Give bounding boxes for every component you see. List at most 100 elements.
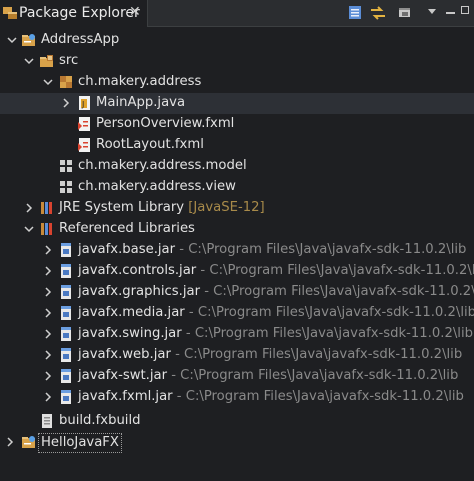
tree-item-package-address[interactable]: ch.makery.address [0,72,474,93]
tree-item-referenced-libraries[interactable]: Referenced Libraries [0,219,474,240]
chevron-right-icon[interactable] [43,350,53,360]
chevron-right-icon[interactable] [61,98,71,108]
chevron-down-icon[interactable] [24,224,34,234]
jar-icon [61,306,71,320]
tree-label: Referenced Libraries [59,221,195,236]
tree-item-jar[interactable]: javafx.web.jar - C:\Program Files\Java\j… [0,345,474,366]
focus-icon[interactable] [396,4,414,22]
jar-path: - C:\Program Files\Java\javafx-sdk-11.0.… [167,368,459,383]
tree-label: MainApp.java [96,95,186,110]
library-icon [41,223,52,235]
empty-package-icon [60,160,72,172]
jar-name: javafx.fxml.jar [78,389,173,404]
view-menu-icon[interactable] [428,9,436,14]
tree-label: ch.makery.address [78,74,202,89]
chevron-down-icon[interactable] [7,35,17,45]
jre-name: JRE System Library [59,200,185,215]
tree-item-hellojavafx[interactable]: HelloJavaFX [0,432,474,453]
tree-label: build.fxbuild [59,413,141,428]
chevron-right-icon[interactable] [43,245,53,255]
jar-path: - C:\Program Files\Java\javafx-sdk-11.0.… [196,263,474,278]
tree-item-jre-library[interactable]: JRE System Library [JavaSE-12] [0,198,474,219]
jar-name: javafx.web.jar [78,347,171,362]
tree-label: javafx.media.jar - C:\Program Files\Java… [78,304,474,322]
tree-item-jar[interactable]: javafx.controls.jar - C:\Program Files\J… [0,261,474,282]
jar-icon [61,369,71,383]
collapse-all-icon[interactable] [347,4,365,22]
tree-item-personoverview-fxml[interactable]: PersonOverview.fxml [0,114,474,135]
tree-label: PersonOverview.fxml [96,116,235,131]
fxml-file-icon [78,117,90,131]
package-tree: AddressApp src ch.makery.address J MainA… [0,27,474,481]
jar-path: - C:\Program Files\Java\javafx-sdk-11.0.… [181,326,473,341]
tree-label: JRE System Library [JavaSE-12] [59,199,265,217]
tree-item-jar[interactable]: javafx-swt.jar - C:\Program Files\Java\j… [0,366,474,387]
tree-item-build-fxbuild[interactable]: build.fxbuild [0,411,474,432]
chevron-right-icon[interactable] [43,329,53,339]
jar-icon [61,327,71,341]
maximize-icon[interactable] [461,6,469,14]
jar-icon [61,285,71,299]
jar-icon [61,264,71,278]
tree-item-jar[interactable]: javafx.swing.jar - C:\Program Files\Java… [0,324,474,345]
tree-label: javafx.graphics.jar - C:\Program Files\J… [78,283,474,301]
tree-label: RootLayout.fxml [96,137,204,152]
tree-label: javafx.fxml.jar - C:\Program Files\Java\… [78,388,464,406]
chevron-right-icon[interactable] [24,203,34,213]
chevron-right-icon[interactable] [5,437,15,447]
chevron-down-icon[interactable] [24,56,34,66]
tree-label: ch.makery.address.view [78,179,236,194]
java-file-icon: J [79,96,90,110]
jre-version-decoration: [JavaSE-12] [188,200,265,215]
minimize-icon[interactable] [446,12,455,14]
jar-name: javafx-swt.jar [78,368,168,383]
tree-item-jar[interactable]: javafx.base.jar - C:\Program Files\Java\… [0,240,474,261]
jar-path: - C:\Program Files\Java\javafx-sdk-11.0.… [170,347,463,362]
package-explorer-icon [3,7,17,19]
jar-name: javafx.swing.jar [78,326,182,341]
tree-label: javafx.base.jar - C:\Program Files\Java\… [78,241,466,259]
link-with-editor-icon[interactable] [369,4,387,22]
tab-package-explorer[interactable]: Package Explorer ✕ [0,0,148,27]
chevron-right-icon[interactable] [43,266,53,276]
tree-item-jar[interactable]: javafx.media.jar - C:\Program Files\Java… [0,303,474,324]
jar-name: javafx.base.jar [78,242,176,257]
chevron-right-icon[interactable] [43,287,53,297]
jar-path: - C:\Program Files\Java\javafx-sdk-11.0.… [172,389,464,404]
view-title: Package Explorer [19,5,140,21]
tree-label: javafx.web.jar - C:\Program Files\Java\j… [78,346,462,364]
tree-label: javafx-swt.jar - C:\Program Files\Java\j… [78,367,458,385]
jar-path: - C:\Program Files\Java\javafx-sdk-11.0.… [200,284,474,299]
close-icon[interactable]: ✕ [129,4,141,20]
empty-package-icon [60,181,72,193]
tree-label: javafx.controls.jar - C:\Program Files\J… [78,262,474,280]
tree-item-rootlayout-fxml[interactable]: RootLayout.fxml [0,135,474,156]
tree-item-jar[interactable]: javafx.fxml.jar - C:\Program Files\Java\… [0,387,474,408]
jar-path: - C:\Program Files\Java\javafx-sdk-11.0.… [175,242,467,257]
java-project-icon [22,34,35,46]
chevron-right-icon[interactable] [43,392,53,402]
tree-item-package-model[interactable]: ch.makery.address.model [0,156,474,177]
tree-item-package-view[interactable]: ch.makery.address.view [0,177,474,198]
chevron-right-icon[interactable] [43,371,53,381]
chevron-right-icon[interactable] [43,308,53,318]
jar-path: - C:\Program Files\Java\javafx-sdk-11.0.… [184,305,474,320]
tree-item-src[interactable]: src [0,51,474,72]
tree-item-mainapp-java[interactable]: J MainApp.java [0,93,474,114]
java-project-icon [22,436,35,448]
tree-label: src [59,53,79,68]
jar-name: javafx.graphics.jar [78,284,201,299]
jar-name: javafx.controls.jar [78,263,197,278]
chevron-down-icon[interactable] [43,77,53,87]
tree-item-jar[interactable]: javafx.graphics.jar - C:\Program Files\J… [0,282,474,303]
tree-label: HelloJavaFX [38,433,122,453]
file-icon [42,414,52,428]
jar-icon [61,348,71,362]
tree-label: AddressApp [41,32,120,47]
jar-icon [61,390,71,404]
library-icon [41,202,52,214]
view-header: Package Explorer ✕ [0,0,474,27]
tree-item-addressapp[interactable]: AddressApp [0,30,474,51]
package-icon [60,76,72,88]
jar-name: javafx.media.jar [78,305,185,320]
